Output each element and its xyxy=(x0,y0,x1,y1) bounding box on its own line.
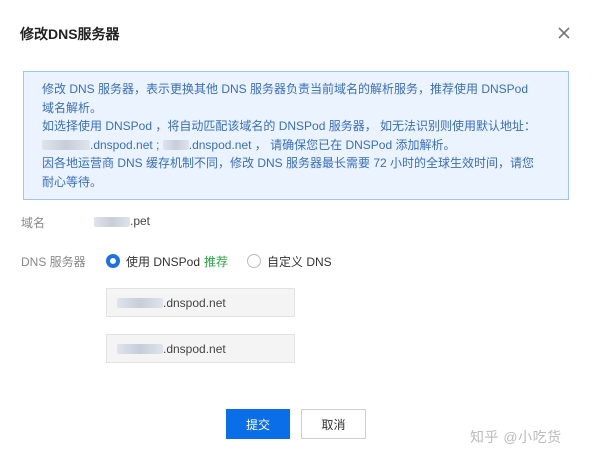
dns-server-field-1: .dnspod.net xyxy=(106,288,295,317)
default-server-2: .dnspod.net ， 请确保您已在 DNSPod 添加解析。 xyxy=(188,137,456,152)
redacted-text xyxy=(117,297,163,308)
radio-custom-dns[interactable]: 自定义 DNS xyxy=(247,253,332,269)
cancel-button[interactable]: 取消 xyxy=(301,409,366,439)
radio-unchecked-icon xyxy=(247,254,261,268)
notice-line: 修改 DNS 服务器，表示更换其他 DNS 服务器负责当前域名的解析服务，推荐使… xyxy=(42,82,529,96)
redacted-text xyxy=(117,343,163,354)
radio-use-dnspod[interactable]: 使用 DNSPod 推荐 xyxy=(106,253,228,269)
notice-line: 耐心等待。 xyxy=(42,174,103,189)
radio-label: 自定义 DNS xyxy=(267,254,332,269)
recommend-tag: 推荐 xyxy=(204,254,229,269)
domain-label: 域名 xyxy=(21,216,46,230)
redacted-text xyxy=(42,140,90,151)
info-notice: 修改 DNS 服务器，表示更换其他 DNS 服务器负责当前域名的解析服务，推荐使… xyxy=(23,71,569,200)
radio-label: 使用 DNSPod xyxy=(126,254,201,269)
dialog-title: 修改DNS服务器 xyxy=(20,26,120,42)
dns-server-label: DNS 服务器 xyxy=(21,255,86,269)
default-server-1: .dnspod.net ; xyxy=(90,137,160,152)
radio-checked-icon xyxy=(106,254,120,268)
notice-line: 域名解析。 xyxy=(42,100,103,115)
notice-line: .dnspod.net ; .dnspod.net ， 请确保您已在 DNSPo… xyxy=(42,136,550,155)
notice-line: 如选择使用 DNSPod ，将自动匹配该域名的 DNSPod 服务器， 如无法识… xyxy=(42,119,537,133)
redacted-text xyxy=(162,140,189,151)
submit-button[interactable]: 提交 xyxy=(226,409,290,439)
domain-value: .pet xyxy=(94,214,150,228)
dns-server-field-2: .dnspod.net xyxy=(106,334,295,363)
redacted-text xyxy=(94,216,130,227)
close-icon[interactable] xyxy=(556,25,572,41)
watermark: 知乎 @小吃货 xyxy=(470,429,562,445)
notice-line: 因各地运营商 DNS 缓存机制不同，修改 DNS 服务器最长需要 72 小时的全… xyxy=(42,156,535,170)
